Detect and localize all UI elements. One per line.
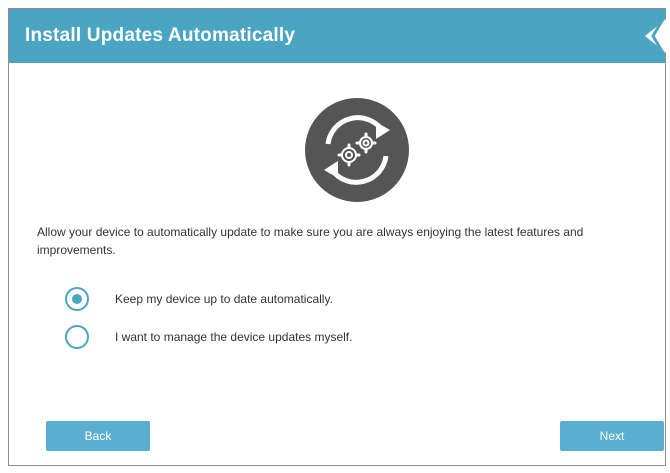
update-description: Allow your device to automatically updat… xyxy=(37,225,584,257)
page-title: Install Updates Automatically xyxy=(25,25,296,46)
option-manual-update[interactable]: I want to manage the device updates myse… xyxy=(65,323,352,351)
update-gears-icon xyxy=(304,97,410,203)
wizard-panel: Install Updates Automatically Allow your… xyxy=(8,8,670,466)
header-bar: Install Updates Automatically xyxy=(9,9,670,63)
manual-update-label: I want to manage the device updates myse… xyxy=(115,330,353,344)
next-button[interactable]: Next xyxy=(560,421,664,451)
back-button[interactable]: Back xyxy=(46,421,150,451)
manual-update-radio[interactable] xyxy=(65,325,89,349)
auto-update-label: Keep my device up to date automatically. xyxy=(115,292,333,306)
auto-update-radio[interactable] xyxy=(65,287,89,311)
collapse-chevron-icon[interactable] xyxy=(635,15,670,57)
option-auto-update[interactable]: Keep my device up to date automatically. xyxy=(65,285,333,313)
